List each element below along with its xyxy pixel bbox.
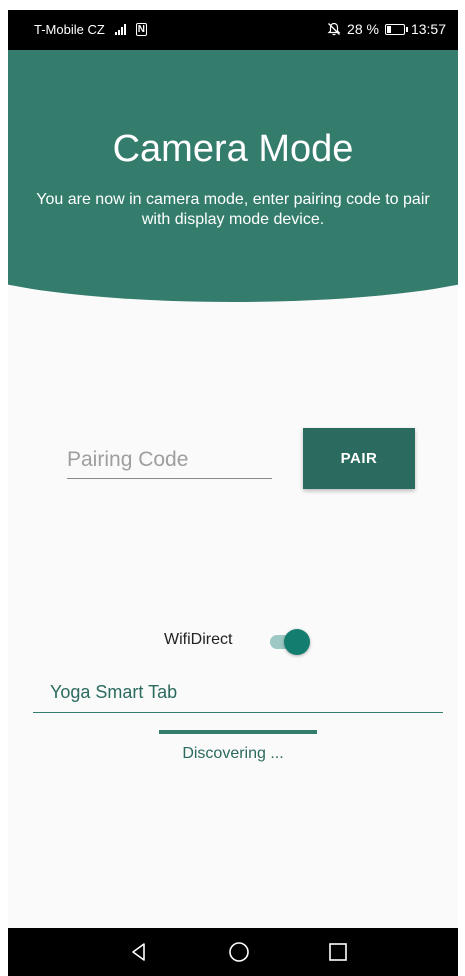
status-right: 28 % 13:57 [327, 21, 446, 37]
battery-percent: 28 % [347, 21, 379, 37]
pair-button[interactable]: PAIR [303, 428, 415, 489]
back-icon[interactable] [125, 938, 153, 966]
app-screen: T-Mobile CZ N 28 % 13:57 Camera Mode You… [8, 10, 458, 976]
toggle-thumb [284, 629, 310, 655]
navigation-bar [8, 928, 458, 976]
carrier-name: T-Mobile CZ [34, 22, 105, 37]
wifi-direct-label: WifiDirect [164, 631, 233, 648]
page-title: Camera Mode [112, 128, 354, 170]
status-bar: T-Mobile CZ N 28 % 13:57 [8, 10, 458, 50]
clock: 13:57 [410, 21, 446, 37]
device-selector[interactable]: Yoga Smart Tab [33, 674, 443, 713]
device-name: Yoga Smart Tab [50, 682, 178, 702]
status-left: T-Mobile CZ N [34, 22, 148, 37]
pairing-code-input[interactable] [67, 442, 272, 479]
wifi-direct-toggle[interactable] [270, 628, 310, 656]
battery-icon [384, 23, 408, 35]
nfc-icon: N [135, 23, 148, 36]
mute-icon [327, 22, 341, 36]
discovery-status: Discovering ... [182, 745, 284, 762]
recents-icon[interactable] [324, 938, 352, 966]
page-subtitle: You are now in camera mode, enter pairin… [36, 191, 430, 228]
signal-icon [114, 24, 126, 35]
header-banner [8, 50, 458, 302]
discovery-progress-bar [159, 730, 317, 734]
home-icon[interactable] [225, 938, 253, 966]
